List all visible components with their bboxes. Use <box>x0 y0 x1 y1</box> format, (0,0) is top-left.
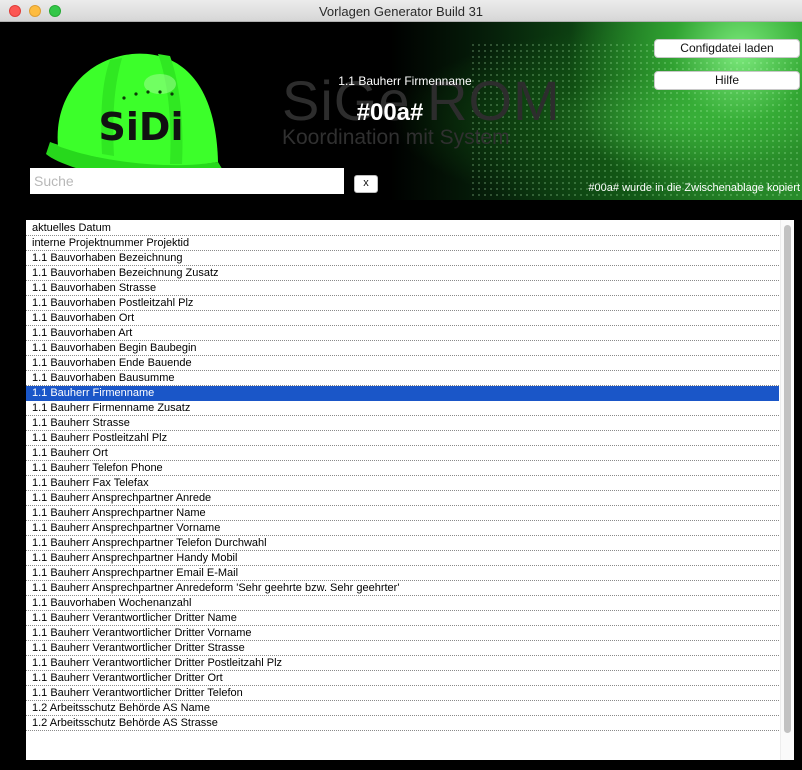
list-item[interactable]: 1.1 Bauherr Verantwortlicher Dritter Nam… <box>26 611 779 626</box>
logo-text: SiDi <box>99 105 184 149</box>
list-item[interactable]: 1.1 Bauherr Ansprechpartner Anredeform '… <box>26 581 779 596</box>
placeholder-list: aktuelles Datum interne Projektnummer Pro… <box>26 221 779 731</box>
window-title: Vorlagen Generator Build 31 <box>318 4 484 19</box>
list-item[interactable]: 1.1 Bauherr Strasse <box>26 416 779 431</box>
list-item[interactable]: 1.2 Arbeitsschutz Behörde AS Name <box>26 701 779 716</box>
list-item[interactable]: 1.1 Bauherr Ansprechpartner Name <box>26 506 779 521</box>
list-item[interactable]: 1.1 Bauherr Ansprechpartner Handy Mobil <box>26 551 779 566</box>
list-item[interactable]: 1.1 Bauvorhaben Bezeichnung Zusatz <box>26 266 779 281</box>
list-item[interactable]: 1.1 Bauherr Fax Telefax <box>26 476 779 491</box>
placeholder-list-view[interactable]: aktuelles Datum interne Projektnummer Pro… <box>26 220 794 760</box>
list-item[interactable]: 1.1 Bauherr Ansprechpartner Email E-Mail <box>26 566 779 581</box>
list-item[interactable]: 1.1 Bauvorhaben Begin Baubegin <box>26 341 779 356</box>
list-item[interactable]: 1.1 Bauherr Ansprechpartner Anrede <box>26 491 779 506</box>
helmet-logo-icon: SiDi <box>46 53 224 185</box>
help-button[interactable]: Hilfe <box>654 71 800 90</box>
list-item[interactable]: 1.1 Bauherr Verantwortlicher Dritter Ort <box>26 671 779 686</box>
list-item[interactable]: 1.1 Bauvorhaben Bezeichnung <box>26 251 779 266</box>
scroll-thumb[interactable] <box>784 225 791 733</box>
load-config-button[interactable]: Configdatei laden <box>654 39 800 58</box>
list-item[interactable]: 1.1 Bauherr Verantwortlicher Dritter Str… <box>26 641 779 656</box>
clear-search-button[interactable]: x <box>354 175 378 193</box>
list-item[interactable]: 1.1 Bauherr Ansprechpartner Vorname <box>26 521 779 536</box>
list-item[interactable]: 1.1 Bauvorhaben Art <box>26 326 779 341</box>
list-item[interactable]: aktuelles Datum <box>26 221 779 236</box>
list-item[interactable]: 1.1 Bauherr Firmenname Zusatz <box>26 401 779 416</box>
list-item[interactable]: 1.1 Bauherr Postleitzahl Plz <box>26 431 779 446</box>
search-input[interactable] <box>30 168 344 194</box>
list-item[interactable]: 1.1 Bauherr Firmenname <box>26 386 779 401</box>
list-item[interactable]: 1.1 Bauvorhaben Bausumme <box>26 371 779 386</box>
list-item[interactable]: 1.2 Arbeitsschutz Behörde AS Strasse <box>26 716 779 731</box>
list-item[interactable]: 1.1 Bauherr Telefon Phone <box>26 461 779 476</box>
list-item[interactable]: 1.1 Bauvorhaben Strasse <box>26 281 779 296</box>
selected-field-value: #00a# <box>356 99 424 126</box>
list-item[interactable]: 1.1 Bauvorhaben Wochenanzahl <box>26 596 779 611</box>
header-banner: SiGe ROM Koordination mit System SiDi 1.… <box>0 22 802 200</box>
list-item[interactable]: 1.1 Bauherr Verantwortlicher Dritter Vor… <box>26 626 779 641</box>
list-item[interactable]: 1.1 Bauherr Verantwortlicher Dritter Pos… <box>26 656 779 671</box>
vertical-scrollbar[interactable] <box>780 220 794 760</box>
status-message: #00a# wurde in die Zwischenablage kopier… <box>588 182 800 194</box>
list-item[interactable]: interne Projektnummer Projektid <box>26 236 779 251</box>
selected-field-label: 1.1 Bauherr Firmenname <box>338 74 472 88</box>
list-item[interactable]: 1.1 Bauherr Ort <box>26 446 779 461</box>
list-item[interactable]: 1.1 Bauvorhaben Ort <box>26 311 779 326</box>
list-item[interactable]: 1.1 Bauvorhaben Postleitzahl Plz <box>26 296 779 311</box>
list-item[interactable]: 1.1 Bauvorhaben Ende Bauende <box>26 356 779 371</box>
list-item[interactable]: 1.1 Bauherr Ansprechpartner Telefon Durc… <box>26 536 779 551</box>
title-bar[interactable]: Vorlagen Generator Build 31 <box>0 0 802 22</box>
list-item[interactable]: 1.1 Bauherr Verantwortlicher Dritter Tel… <box>26 686 779 701</box>
app-window: Vorlagen Generator Build 31 SiGe ROM Koo… <box>0 0 802 770</box>
brand-watermark-subtitle: Koordination mit System <box>282 126 510 149</box>
